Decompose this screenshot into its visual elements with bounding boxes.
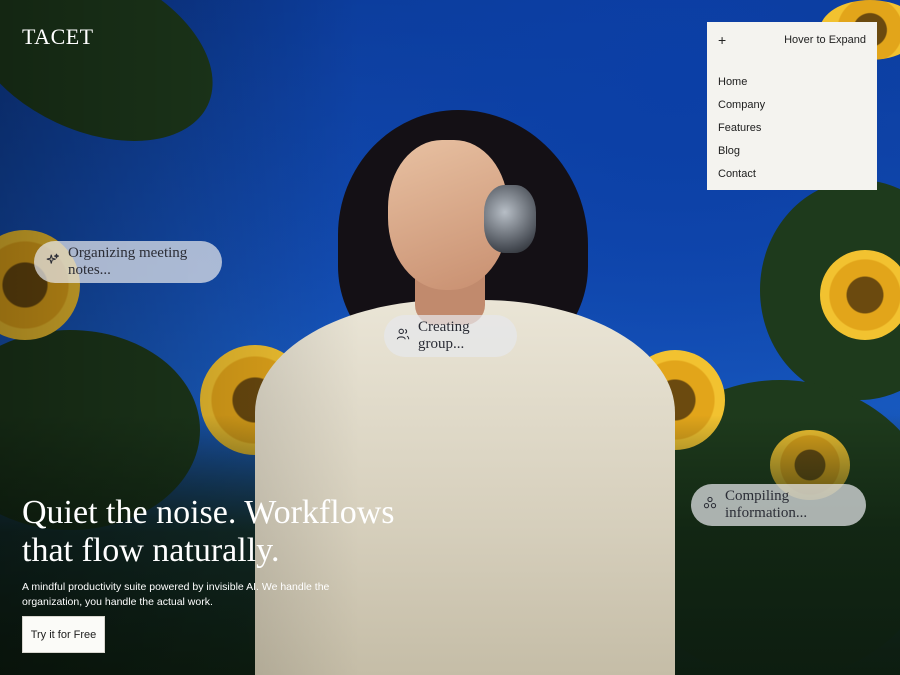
users-icon (396, 327, 410, 346)
plus-icon[interactable]: + (718, 32, 732, 48)
hero-headline: Quiet the noise. Workflows that flow nat… (22, 494, 395, 569)
brand-logo[interactable]: TACET (22, 24, 94, 50)
nav-menu[interactable]: + Hover to Expand Home Company Features … (707, 22, 877, 190)
menu-header[interactable]: + Hover to Expand (718, 22, 866, 58)
hero-subtext: A mindful productivity suite powered by … (22, 581, 330, 608)
status-chip-compiling: Compiling information... (691, 484, 866, 526)
chip-label: Compiling information... (725, 488, 808, 521)
menu-list: Home Company Features Blog Contact (718, 72, 866, 187)
menu-item-contact[interactable]: Contact (718, 164, 866, 187)
sparkles-icon (46, 253, 60, 272)
menu-item-home[interactable]: Home (718, 72, 866, 95)
menu-item-company[interactable]: Company (718, 95, 866, 118)
chip-label: Creating group... (418, 319, 470, 352)
menu-hint: Hover to Expand (784, 34, 866, 46)
status-chip-organizing: Organizing meeting notes... (34, 241, 222, 283)
nodes-icon (703, 496, 717, 515)
status-chip-creating-group: Creating group... (384, 315, 517, 357)
menu-item-features[interactable]: Features (718, 118, 866, 141)
menu-item-blog[interactable]: Blog (718, 141, 866, 164)
chip-label: Organizing meeting notes... (68, 245, 188, 278)
try-free-button[interactable]: Try it for Free (22, 616, 105, 653)
